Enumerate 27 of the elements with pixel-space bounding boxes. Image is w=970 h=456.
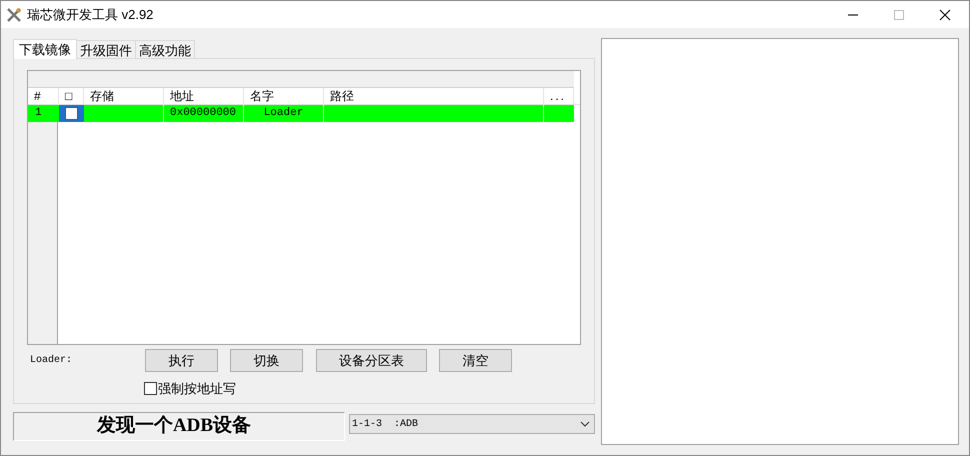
action-button[interactable]: 切换 bbox=[230, 349, 303, 372]
column-header[interactable]: 名字 bbox=[244, 88, 324, 104]
action-button[interactable]: 清空 bbox=[439, 349, 512, 372]
row-checkbox[interactable] bbox=[65, 107, 78, 120]
status-text: 发现一个ADB设备 bbox=[96, 414, 252, 438]
close-icon[interactable] bbox=[939, 8, 951, 20]
column-header[interactable]: ... bbox=[544, 88, 574, 104]
tools-icon bbox=[6, 6, 22, 22]
table-row[interactable]: 1 0x00000000 Loader bbox=[28, 105, 574, 122]
loader-label: Loader: bbox=[30, 354, 74, 368]
tab[interactable]: 高级功能 bbox=[136, 40, 195, 58]
tab[interactable]: 升级固件 bbox=[77, 40, 136, 58]
table-cell: 0x00000000 bbox=[164, 105, 244, 122]
window-title: 瑞芯微开发工具 v2.92 bbox=[27, 6, 154, 24]
column-header[interactable]: # bbox=[28, 88, 59, 104]
column-header[interactable]: 存储 bbox=[84, 88, 164, 104]
device-select[interactable]: 1-1-3 :ADB bbox=[349, 414, 595, 434]
tab[interactable]: 下载镜像 bbox=[13, 39, 77, 59]
column-header[interactable]: 路径 bbox=[324, 88, 544, 104]
column-header[interactable]: 地址 bbox=[164, 88, 244, 104]
column-header[interactable]: □ bbox=[59, 88, 84, 104]
table-cell: Loader bbox=[244, 105, 324, 122]
chevron-down-icon bbox=[580, 421, 590, 427]
force-address-checkbox[interactable]: 强制按地址写 bbox=[144, 379, 236, 398]
action-button[interactable]: 设备分区表 bbox=[316, 349, 427, 372]
action-button[interactable]: 执行 bbox=[145, 349, 218, 372]
table-cell-text: 1 bbox=[34, 106, 43, 121]
